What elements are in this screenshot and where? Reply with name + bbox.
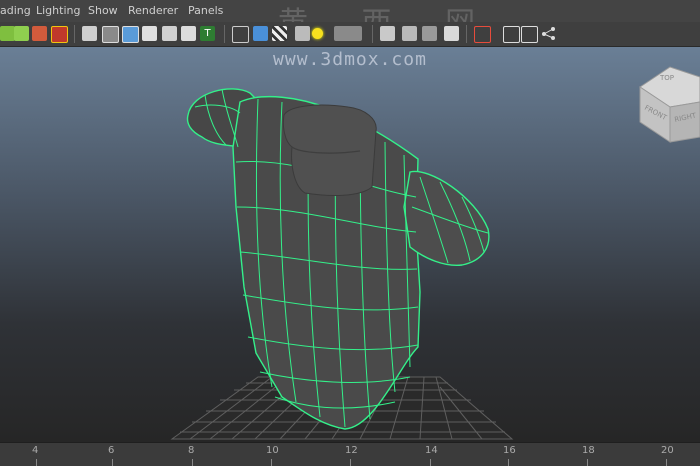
object-icon[interactable]	[503, 26, 520, 43]
xray-icon[interactable]	[181, 26, 196, 41]
cube-icon[interactable]	[253, 26, 268, 41]
share-icon[interactable]	[541, 26, 556, 41]
smooth-shading-icon[interactable]	[102, 26, 119, 43]
view-cube[interactable]: TOP FRONT RIGHT	[639, 66, 700, 143]
lights-icon[interactable]	[142, 26, 157, 41]
camera-icon[interactable]	[232, 26, 249, 43]
shirt-mesh[interactable]	[186, 88, 490, 430]
tick-label: 20	[661, 445, 674, 456]
component-icon[interactable]	[521, 26, 538, 43]
lock-camera-icon[interactable]	[402, 26, 417, 41]
menu-renderer[interactable]: Renderer	[128, 4, 178, 17]
select-icon[interactable]	[474, 26, 491, 43]
tick-label: 16	[503, 445, 516, 456]
toolbar-separator	[372, 25, 373, 43]
resolution-gate-icon[interactable]	[444, 26, 459, 41]
menu-bar: ading Lighting Show Renderer Panels 黄 西 …	[0, 0, 700, 41]
tick-label: 8	[188, 445, 195, 456]
select-camera-icon[interactable]	[380, 26, 395, 41]
tick-label: 10	[266, 445, 279, 456]
isolate-icon[interactable]	[295, 26, 310, 41]
shadows-icon[interactable]	[162, 26, 177, 41]
light-bulb-icon[interactable]	[312, 28, 323, 39]
snap-view-icon[interactable]	[32, 26, 47, 41]
menu-lighting[interactable]: Lighting	[36, 4, 80, 17]
snap-curve-icon[interactable]	[0, 26, 15, 41]
time-slider[interactable]: 4 6 8 10 12 14 16 18 20	[0, 442, 700, 466]
menu-panels[interactable]: Panels	[188, 4, 223, 17]
right-sleeve	[403, 170, 490, 266]
checker-icon[interactable]	[272, 26, 287, 41]
menu-shading[interactable]: ading	[0, 4, 31, 17]
3d-viewport[interactable]: www.3dmox.com TOP FRONT RIGHT	[0, 47, 700, 442]
toolbar-separator	[74, 25, 75, 43]
menu-show[interactable]: Show	[88, 4, 118, 17]
wireframe-shading-icon[interactable]	[82, 26, 97, 41]
tick-label: 6	[108, 445, 115, 456]
tick-label: 14	[425, 445, 438, 456]
make-live-icon[interactable]	[51, 26, 68, 43]
render-icon[interactable]	[334, 26, 362, 41]
film-gate-icon[interactable]	[422, 26, 437, 41]
snap-point-icon[interactable]	[14, 26, 29, 41]
toolbar-separator	[224, 25, 225, 43]
toolbar-separator	[466, 25, 467, 43]
panel-toolbar: T	[0, 22, 700, 47]
tick-label: 4	[32, 445, 39, 456]
tick-label: 12	[345, 445, 358, 456]
tick-label: 18	[582, 445, 595, 456]
viewcube-top-label: TOP	[659, 74, 674, 82]
text-icon[interactable]: T	[200, 26, 215, 41]
textured-icon[interactable]	[122, 26, 139, 43]
collar	[282, 104, 377, 196]
scene-svg: TOP FRONT RIGHT	[170, 66, 700, 440]
